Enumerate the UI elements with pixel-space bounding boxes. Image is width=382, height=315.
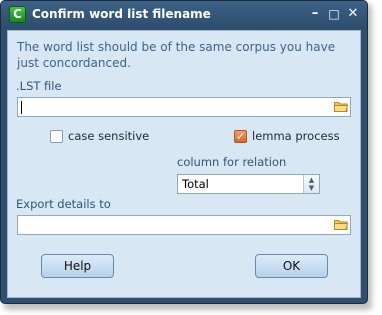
folder-icon[interactable] [334, 219, 348, 230]
column-relation-label: column for relation [177, 155, 287, 169]
lst-file-label: .LST file [16, 79, 62, 93]
case-sensitive-label: case sensitive [68, 129, 150, 143]
title-bar[interactable]: C Confirm word list filename – □ ✕ [1, 1, 367, 29]
help-button[interactable]: Help [41, 254, 114, 278]
export-details-label: Export details to [16, 197, 111, 211]
app-icon: C [9, 6, 26, 23]
text-caret [21, 101, 22, 114]
lst-file-input[interactable] [17, 97, 351, 117]
window-title: Confirm word list filename [32, 7, 211, 21]
minimize-icon[interactable]: – [308, 7, 322, 21]
export-details-input[interactable] [17, 215, 351, 235]
close-icon[interactable]: ✕ [346, 7, 360, 21]
lemma-process-label: lemma process [252, 129, 340, 143]
case-sensitive-checkbox[interactable] [50, 130, 63, 143]
lemma-label-clip: lemma process [252, 127, 350, 145]
ok-button[interactable]: OK [255, 254, 328, 278]
dialog-client: The word list should be of the same corp… [7, 30, 361, 298]
info-text: The word list should be of the same corp… [17, 40, 336, 70]
maximize-icon[interactable]: □ [327, 7, 341, 21]
folder-icon[interactable] [334, 101, 348, 112]
column-relation-value: Total [182, 177, 209, 191]
spinner-icon[interactable]: ▲ ▼ [303, 175, 319, 193]
dialog-window: C Confirm word list filename – □ ✕ The w… [0, 0, 368, 304]
column-relation-select[interactable]: Total ▲ ▼ [177, 174, 320, 194]
lemma-process-checkbox[interactable]: ✓ [234, 130, 247, 143]
